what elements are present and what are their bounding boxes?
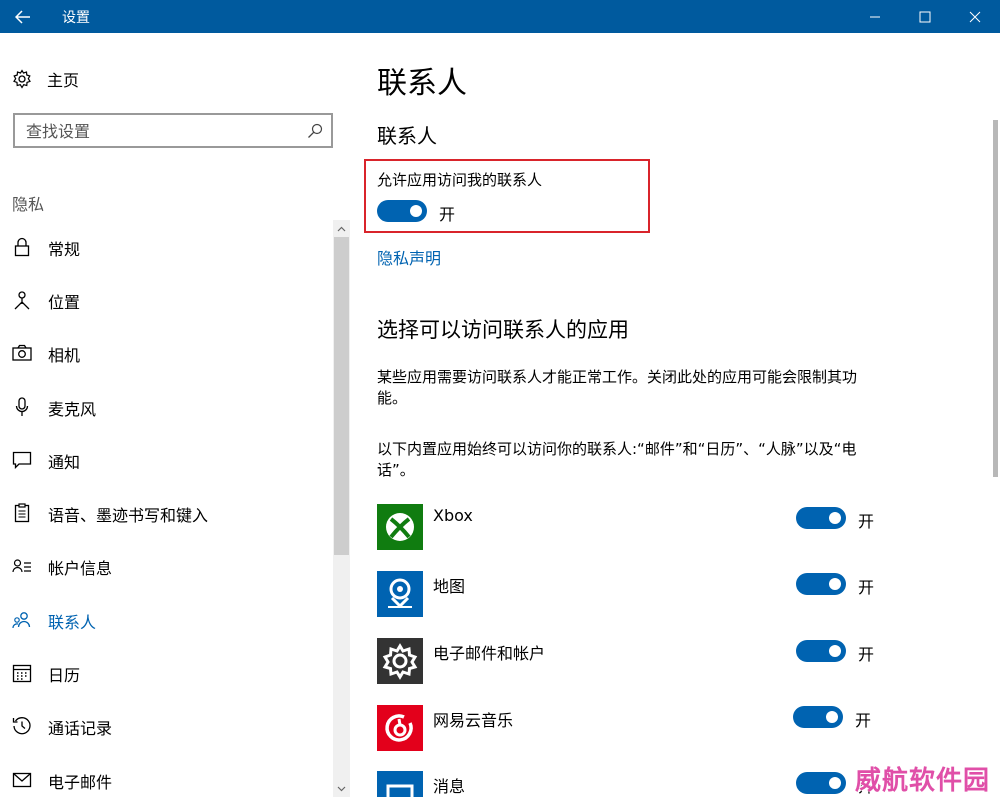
home-label: 主页 [47, 71, 80, 90]
toggle-state-label: 开 [439, 205, 456, 224]
contacts-access-toggle[interactable] [377, 200, 427, 222]
app-toggle-messaging[interactable] [796, 772, 846, 794]
app-toggle-maps[interactable] [796, 573, 846, 595]
toggle-knob [410, 205, 422, 217]
sidebar-item-notifications[interactable]: 通知 [0, 440, 330, 480]
microphone-icon [12, 397, 32, 417]
sidebar-item-label: 联系人 [48, 613, 97, 632]
home-nav-item[interactable]: 主页 [12, 67, 79, 91]
camera-icon [12, 343, 32, 363]
main-content: 联系人 联系人 允许应用访问我的联系人 开 隐私声明 选择可以访问联系人的应用 … [352, 33, 1000, 797]
maximize-button[interactable] [900, 0, 950, 33]
xbox-icon [377, 504, 423, 550]
scroll-down-button[interactable] [333, 780, 350, 797]
app-name: 消息 [433, 777, 466, 796]
chevron-up-icon [337, 226, 346, 231]
app-row-email-accounts: 电子邮件和帐户 [377, 638, 977, 684]
sidebar-scrollbar[interactable] [333, 220, 350, 797]
app-toggle-netease-music[interactable] [793, 706, 843, 728]
app-row-netease-music: 网易云音乐 [377, 705, 977, 751]
mail-icon [12, 770, 32, 790]
apps-section-title: 选择可以访问联系人的应用 [377, 318, 629, 342]
sidebar-item-microphone[interactable]: 麦克风 [0, 387, 330, 427]
title-bar: 设置 [0, 0, 1000, 33]
minimize-button[interactable] [850, 0, 900, 33]
sidebar-item-label: 常规 [48, 240, 81, 259]
minimize-icon [870, 16, 880, 17]
sidebar-item-email[interactable]: 电子邮件 [0, 760, 330, 797]
app-name: Xbox [433, 506, 473, 525]
toggle-state-label: 开 [858, 578, 875, 597]
account-info-icon [12, 556, 32, 576]
sidebar-item-call-history[interactable]: 通话记录 [0, 706, 330, 746]
sidebar-item-general[interactable]: 常规 [0, 227, 330, 267]
chevron-down-icon [337, 786, 346, 791]
sidebar-item-label: 日历 [48, 666, 81, 685]
messaging-icon [377, 771, 423, 797]
maps-icon [377, 571, 423, 617]
sidebar-item-label: 麦克风 [48, 400, 97, 419]
call-history-icon [12, 716, 32, 736]
search-box[interactable] [13, 113, 333, 148]
section-title: 联系人 [377, 124, 437, 148]
search-input[interactable] [26, 120, 296, 142]
permission-label: 允许应用访问我的联系人 [377, 171, 543, 189]
notification-icon [12, 450, 32, 470]
sidebar-item-label: 电子邮件 [48, 773, 113, 792]
netease-music-icon [377, 705, 423, 751]
sidebar-item-label: 通知 [48, 453, 81, 472]
sidebar-item-calendar[interactable]: 日历 [0, 653, 330, 693]
toggle-state-label: 开 [855, 711, 872, 730]
scrollbar-thumb[interactable] [334, 237, 349, 555]
sidebar-item-speech[interactable]: 语音、墨迹书写和键入 [0, 493, 330, 533]
sidebar-item-label: 位置 [48, 293, 81, 312]
calendar-icon [12, 663, 32, 683]
gear-icon [13, 69, 31, 89]
close-icon [969, 11, 981, 22]
toggle-state-label: 开 [858, 512, 875, 531]
sidebar-item-camera[interactable]: 相机 [0, 333, 330, 373]
app-toggle-email-accounts[interactable] [796, 640, 846, 662]
toggle-knob [829, 512, 841, 524]
maximize-icon [919, 11, 931, 22]
app-name: 电子邮件和帐户 [433, 644, 546, 663]
close-button[interactable] [950, 0, 1000, 33]
sidebar-item-label: 相机 [48, 346, 81, 365]
app-row-xbox: Xbox [377, 504, 977, 550]
toggle-knob [829, 578, 841, 590]
watermark: 威航软件园 [855, 766, 991, 796]
gear-icon [377, 638, 423, 684]
back-arrow-icon [15, 9, 30, 24]
back-button[interactable] [0, 0, 46, 33]
sidebar-item-contacts[interactable]: 联系人 [0, 600, 330, 640]
sidebar-item-label: 通话记录 [48, 719, 113, 738]
contacts-icon [12, 610, 32, 630]
search-icon[interactable] [307, 123, 323, 139]
sidebar-item-location[interactable]: 位置 [0, 280, 330, 320]
app-toggle-xbox[interactable] [796, 507, 846, 529]
builtin-apps-note: 以下内置应用始终可以访问你的联系人:“邮件”和“日历”、“人脉”以及“电话”。 [377, 440, 857, 479]
content-scrollbar[interactable] [993, 120, 998, 477]
privacy-section-label: 隐私 [12, 195, 45, 214]
lock-icon [12, 237, 32, 257]
toggle-knob [826, 711, 838, 723]
sidebar-item-account-info[interactable]: 帐户信息 [0, 546, 330, 586]
toggle-state-label: 开 [858, 645, 875, 664]
sidebar: 主页 隐私 常规 位置 相机 麦克风 通知 [0, 33, 352, 797]
privacy-statement-link[interactable]: 隐私声明 [377, 245, 441, 269]
apps-description: 某些应用需要访问联系人才能正常工作。关闭此处的应用可能会限制其功能。 [377, 368, 858, 407]
app-name: 网易云音乐 [433, 711, 514, 730]
scroll-up-button[interactable] [333, 220, 350, 237]
app-row-maps: 地图 [377, 571, 977, 617]
location-icon [12, 290, 32, 310]
app-name: 地图 [433, 577, 466, 596]
toggle-knob [829, 777, 841, 789]
sidebar-item-label: 帐户信息 [48, 559, 113, 578]
sidebar-item-label: 语音、墨迹书写和键入 [48, 506, 209, 525]
clipboard-icon [12, 503, 32, 523]
window-title: 设置 [62, 10, 90, 26]
toggle-knob [829, 645, 841, 657]
page-title: 联系人 [377, 66, 467, 101]
